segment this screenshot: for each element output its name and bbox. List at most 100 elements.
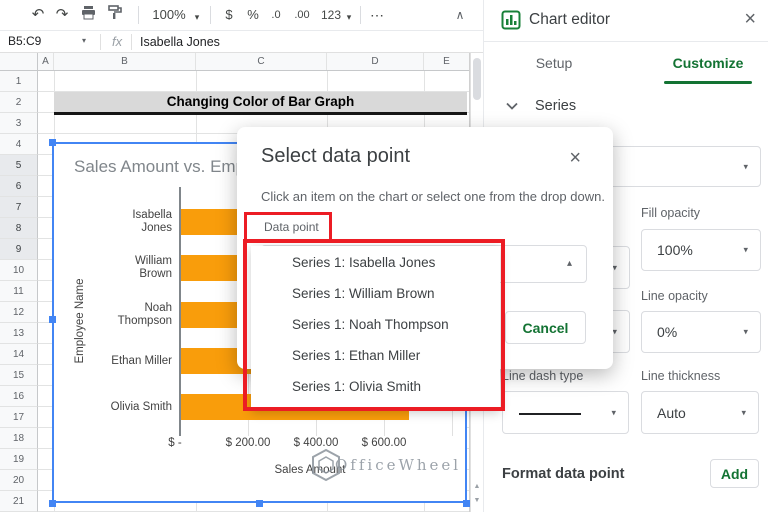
row-header-18[interactable]: 18 [0,428,38,449]
column-headers: ABCDE [38,53,470,71]
menu-option[interactable]: Series 1: Noah Thompson [251,309,500,340]
row-header-20[interactable]: 20 [0,470,38,491]
column-header-C[interactable]: C [196,53,327,70]
print-icon[interactable] [78,5,98,25]
section-series[interactable]: Series [506,98,576,114]
line-thickness-value: Auto [657,404,686,421]
solid-line-icon [519,412,581,415]
format-percent-button[interactable]: % [244,5,262,25]
name-box[interactable]: B5:C9 [8,34,41,48]
fill-opacity-select[interactable]: 100% ▾ [641,229,761,271]
menu-option[interactable]: Series 1: Ethan Miller [251,340,500,371]
row-header-9[interactable]: 9 [0,239,38,260]
active-tab-underline [664,81,752,84]
scroll-up-icon[interactable]: ▲ [471,483,483,490]
caret-down-icon: ▾ [611,407,616,417]
scrollbar-thumb[interactable] [473,58,481,100]
add-button[interactable]: Add [710,459,759,488]
row-header-12[interactable]: 12 [0,302,38,323]
divider [131,34,132,50]
row-header-1[interactable]: 1 [0,71,38,92]
tab-setup[interactable]: Setup [518,55,590,71]
chart-editor-icon [501,10,521,30]
column-header-B[interactable]: B [54,53,196,70]
cancel-button[interactable]: Cancel [505,311,586,344]
row-header-4[interactable]: 4 [0,134,38,155]
row-header-2[interactable]: 2 [0,92,38,113]
format-data-point-label: Format data point [502,466,625,482]
row-header-19[interactable]: 19 [0,449,38,470]
redo-icon[interactable]: ↷ [52,5,72,25]
formula-bar: B5:C9 ▾ fx Isabella Jones [0,30,483,53]
line-dash-type-label: Line dash type [502,369,584,383]
zoom-caret-icon: ▾ [194,12,200,22]
category-label-line: Thompson [117,315,172,327]
number-format-caret-icon: ▾ [346,12,352,22]
column-header-D[interactable]: D [327,53,424,70]
row-header-6[interactable]: 6 [0,176,38,197]
x-tick-label: $ 200.00 [225,437,271,449]
menu-option[interactable]: Series 1: Olivia Smith [251,371,500,402]
category-label-line: Noah [144,302,173,314]
selection-handle[interactable] [49,316,56,323]
scroll-down-icon[interactable]: ▼ [471,497,483,504]
menu-option[interactable]: Series 1: William Brown [251,278,500,309]
selection-handle[interactable] [463,500,470,507]
decrease-decimal-button[interactable]: .0 [266,5,286,25]
collapse-toolbar-icon[interactable]: ∧ [450,5,470,25]
undo-icon[interactable]: ↶ [28,5,48,25]
row-header-10[interactable]: 10 [0,260,38,281]
formula-input[interactable]: Isabella Jones [140,35,220,49]
toolbar-separator [360,6,361,24]
panel-title: Chart editor [529,11,610,28]
toolbar-separator [138,6,139,24]
toolbar-separator [210,6,211,24]
x-tick-label: $ - [168,437,182,449]
selection-handle[interactable] [49,139,56,146]
category-label-line: Ethan Miller [111,354,172,367]
category-label-line: Brown [139,268,172,280]
select-all-corner[interactable] [0,53,38,71]
fill-opacity-value: 100% [657,242,693,258]
zoom-select[interactable]: 100% [148,5,190,25]
row-header-3[interactable]: 3 [0,113,38,134]
tab-customize[interactable]: Customize [664,55,752,71]
row-header-14[interactable]: 14 [0,344,38,365]
format-currency-button[interactable]: $ [220,5,238,25]
number-format-button[interactable]: 123 [318,5,344,25]
line-dash-type-select[interactable]: ▾ [502,391,629,434]
row-header-21[interactable]: 21 [0,491,38,512]
row-header-17[interactable]: 17 [0,407,38,428]
increase-decimal-button[interactable]: .00 [290,5,314,25]
menu-option[interactable]: Series 1: Isabella Jones [251,247,500,278]
row-header-15[interactable]: 15 [0,365,38,386]
data-point-label: Data point [264,220,319,234]
column-header-E[interactable]: E [424,53,470,70]
fx-icon: fx [112,34,123,49]
dialog-close-icon[interactable]: × [569,147,581,170]
row-header-5[interactable]: 5 [0,155,38,176]
google-sheets-app: ↶ ↷ 100% ▾ $ % .0 .00 123 ▾ ⋯ ∧ B5:C9 ▾ … [0,0,768,512]
section-series-label: Series [535,98,577,114]
row-header-7[interactable]: 7 [0,197,38,218]
more-toolbar-button[interactable]: ⋯ [366,5,388,25]
row-header-16[interactable]: 16 [0,386,38,407]
column-header-A[interactable]: A [38,53,54,70]
row-header-11[interactable]: 11 [0,281,38,302]
divider [100,34,101,50]
row-header-8[interactable]: 8 [0,218,38,239]
dialog-description: Click an item on the chart or select one… [261,189,605,204]
line-opacity-select[interactable]: 0% ▾ [641,311,761,353]
category-label: Olivia Smith [72,394,172,420]
category-label: Ethan Miller [72,348,172,374]
row-header-13[interactable]: 13 [0,323,38,344]
name-box-caret-icon[interactable]: ▾ [82,36,86,45]
chevron-down-icon [506,102,518,110]
sheet-title-cell[interactable]: Changing Color of Bar Graph [54,92,467,115]
line-thickness-select[interactable]: Auto ▾ [641,391,759,434]
selection-handle[interactable] [256,500,263,507]
selection-handle[interactable] [49,500,56,507]
category-label: Isabella Jones [72,209,172,235]
panel-close-icon[interactable]: × [744,8,756,31]
paint-format-icon[interactable] [104,5,124,25]
